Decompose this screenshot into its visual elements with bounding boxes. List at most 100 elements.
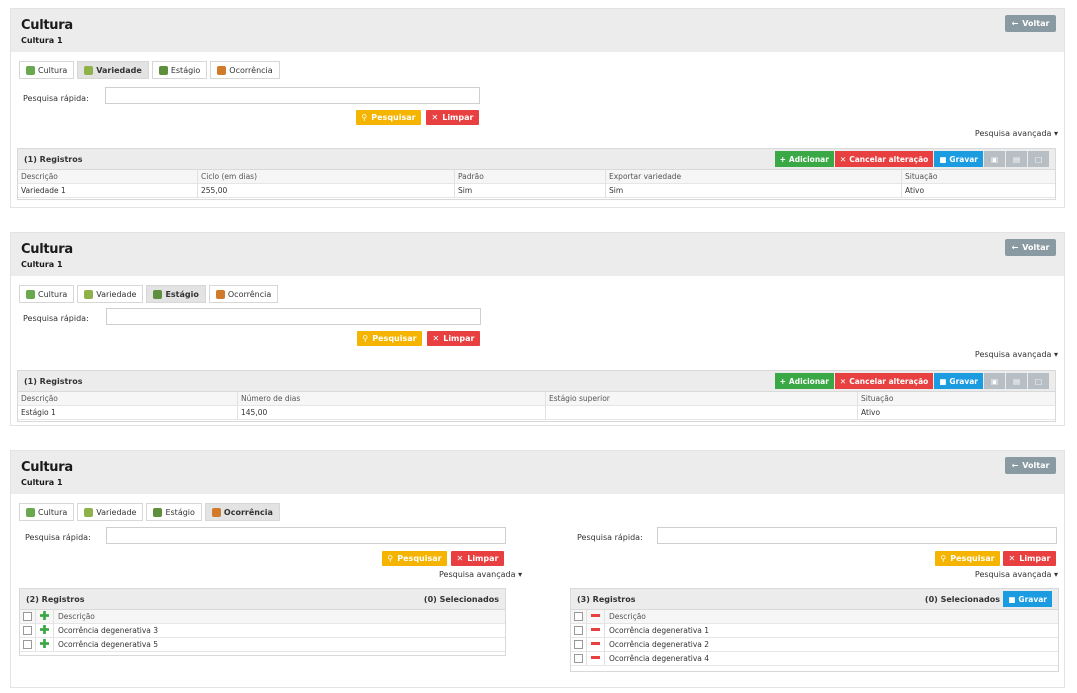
list-item[interactable]: Ocorrência degenerativa 2: [571, 638, 1058, 652]
list-item[interactable]: Ocorrência degenerativa 4: [571, 652, 1058, 666]
cultura-icon: [26, 507, 35, 517]
col-descricao: Descrição: [21, 172, 58, 181]
back-button[interactable]: ← Voltar: [1005, 15, 1056, 32]
select-all-checkbox[interactable]: [574, 612, 583, 621]
clear-button-right[interactable]: ✕ Limpar: [1003, 551, 1056, 566]
tab-cultura[interactable]: Cultura: [19, 285, 75, 303]
list-item[interactable]: Ocorrência degenerativa 1: [571, 624, 1058, 638]
search-input[interactable]: [106, 308, 481, 325]
list-item[interactable]: Ocorrência degenerativa 3: [20, 624, 505, 638]
minus-icon[interactable]: [591, 628, 600, 631]
col-padrao: Padrão: [458, 172, 484, 181]
tab-bar: Cultura Variedade Estágio Ocorrência: [19, 61, 280, 80]
search-button[interactable]: ⚲ Pesquisar: [357, 331, 422, 346]
minus-icon[interactable]: [591, 656, 600, 659]
arrow-left-icon: ←: [1011, 19, 1019, 28]
save-button[interactable]: ■ Gravar: [934, 151, 983, 167]
search-button-right[interactable]: ⚲ Pesquisar: [935, 551, 1000, 566]
plus-icon[interactable]: [40, 625, 49, 634]
back-button[interactable]: ← Voltar: [1005, 457, 1056, 474]
table-row[interactable]: Estágio 1 145,00 Ativo: [18, 406, 1055, 420]
clear-button[interactable]: ✕ Limpar: [426, 110, 479, 125]
available-grid: (2) Registros (0) Selecionados Descrição…: [19, 588, 506, 656]
floppy-icon: ■: [939, 154, 947, 164]
row-checkbox[interactable]: [574, 640, 583, 649]
fullscreen-button[interactable]: ▣: [984, 373, 1005, 389]
select-all-checkbox[interactable]: [23, 612, 32, 621]
search-input-left[interactable]: [106, 527, 506, 544]
tab-variedade[interactable]: Variedade: [77, 285, 144, 303]
tab-estagio[interactable]: Estágio: [146, 503, 202, 521]
tab-ocorrencia[interactable]: Ocorrência: [204, 503, 280, 521]
export-button[interactable]: ▤: [1006, 373, 1027, 389]
search-input[interactable]: [105, 87, 480, 104]
save-button[interactable]: ■ Gravar: [934, 373, 983, 389]
search-label-right: Pesquisa rápida:: [577, 533, 643, 542]
floppy-icon: ■: [939, 376, 947, 386]
grid-toolbar: + Adicionar ✕ Cancelar alteração ■ Gravar ▣…: [774, 373, 1049, 389]
panel-header: Cultura Cultura 1 ← Voltar: [11, 451, 1064, 494]
panel-ocorrencia: Cultura Cultura 1 ← Voltar Cultura Varie…: [10, 450, 1065, 688]
fullscreen-button[interactable]: ▣: [984, 151, 1005, 167]
search-button[interactable]: ⚲ Pesquisar: [356, 110, 421, 125]
tab-variedade[interactable]: Variedade: [77, 61, 149, 79]
table-row[interactable]: Variedade 1 255,00 Sim Sim Ativo: [18, 184, 1055, 198]
variedade-icon: [84, 65, 94, 75]
export-button[interactable]: ▤: [1006, 151, 1027, 167]
search-icon: ⚲: [362, 334, 369, 343]
tab-cultura[interactable]: Cultura: [19, 503, 75, 521]
cancel-changes-button[interactable]: ✕ Cancelar alteração: [834, 151, 934, 167]
advanced-search-link[interactable]: Pesquisa avançada ▾: [975, 350, 1058, 359]
search-icon: ⚲: [387, 554, 394, 563]
grid-toolbar: + Adicionar ✕ Cancelar alteração ■ Gravar ▣…: [774, 151, 1049, 167]
advanced-search-link[interactable]: Pesquisa avançada ▾: [975, 129, 1058, 138]
tab-ocorrencia[interactable]: Ocorrência: [210, 61, 280, 79]
plus-icon[interactable]: [40, 639, 49, 648]
chevron-down-icon: ▾: [1053, 129, 1058, 138]
back-button[interactable]: ← Voltar: [1005, 239, 1056, 256]
row-checkbox[interactable]: [574, 626, 583, 635]
advanced-search-link-left[interactable]: Pesquisa avançada ▾: [439, 570, 522, 579]
cultura-icon: [26, 65, 35, 75]
chevron-down-icon: ▾: [1053, 570, 1058, 579]
plus-icon: +: [779, 376, 786, 386]
plus-icon[interactable]: [40, 611, 49, 620]
search-button-left[interactable]: ⚲ Pesquisar: [382, 551, 447, 566]
tab-cultura[interactable]: Cultura: [19, 61, 75, 79]
row-checkbox[interactable]: [574, 654, 583, 663]
panel-header: Cultura Cultura 1 ← Voltar: [11, 9, 1064, 52]
print-button[interactable]: □: [1028, 373, 1049, 389]
tab-estagio[interactable]: Estágio: [151, 61, 208, 79]
clear-button-left[interactable]: ✕ Limpar: [451, 551, 504, 566]
tab-variedade[interactable]: Variedade: [77, 503, 144, 521]
row-checkbox[interactable]: [23, 640, 32, 649]
minus-icon[interactable]: [591, 614, 600, 617]
print-button[interactable]: □: [1028, 151, 1049, 167]
col-descricao: Descrição: [21, 394, 58, 403]
grid-toolbar: ■ Gravar: [1003, 591, 1052, 607]
variedade-icon: [84, 507, 94, 517]
arrow-left-icon: ←: [1011, 243, 1019, 252]
table-header-row: Descrição: [571, 610, 1058, 624]
page-title: Cultura: [21, 18, 73, 33]
minus-icon[interactable]: [591, 642, 600, 645]
page-title: Cultura: [21, 242, 73, 257]
save-button[interactable]: ■ Gravar: [1003, 591, 1052, 607]
page-subtitle: Cultura 1: [21, 478, 63, 487]
row-checkbox[interactable]: [23, 626, 32, 635]
records-count: (1) Registros: [24, 155, 83, 164]
list-item[interactable]: Ocorrência degenerativa 5: [20, 638, 505, 652]
tab-ocorrencia[interactable]: Ocorrência: [208, 285, 279, 303]
search-label-left: Pesquisa rápida:: [25, 533, 91, 542]
advanced-search-link-right[interactable]: Pesquisa avançada ▾: [975, 570, 1058, 579]
search-input-right[interactable]: [657, 527, 1057, 544]
cancel-changes-button[interactable]: ✕ Cancelar alteração: [834, 373, 934, 389]
add-button[interactable]: + Adicionar: [774, 373, 834, 389]
grid-header: (3) Registros (0) Selecionados ■ Gravar: [571, 589, 1058, 610]
tab-estagio[interactable]: Estágio: [146, 285, 206, 303]
records-grid: (1) Registros + Adicionar ✕ Cancelar alter…: [17, 148, 1056, 200]
clear-button[interactable]: ✕ Limpar: [427, 331, 480, 346]
records-grid: (1) Registros + Adicionar ✕ Cancelar alter…: [17, 370, 1056, 422]
add-button[interactable]: + Adicionar: [774, 151, 834, 167]
col-situacao: Situação: [861, 394, 894, 403]
